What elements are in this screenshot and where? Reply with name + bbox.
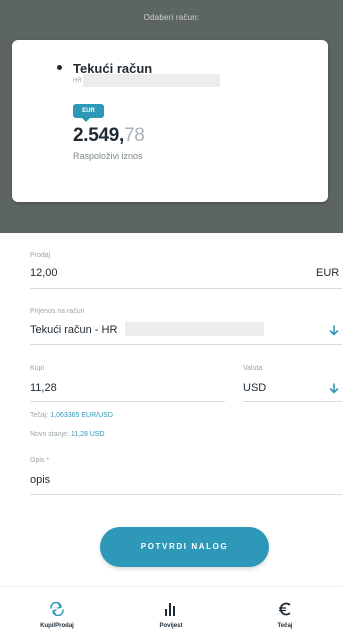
description-label: Opis *: [30, 457, 50, 464]
nav-item-history[interactable]: Povijest: [114, 587, 228, 638]
new-balance-label: Novo stanje:: [30, 431, 69, 438]
header-title: Odaberi račun:: [143, 13, 200, 22]
euro-icon: [279, 602, 291, 616]
amount-decimals: 78: [124, 125, 145, 146]
amount-integer: 2.549,: [73, 125, 125, 146]
nav-label-history: Povijest: [159, 623, 183, 629]
exchange-rate-value: 1,063365 EUR/USD: [50, 412, 113, 419]
nav-label-buy-sell: Kupi/Prodaj: [40, 623, 74, 629]
account-card[interactable]: Tekući račun HR EUR 2.549,78 Raspoloživi…: [12, 40, 328, 202]
currency-underline: [243, 401, 342, 402]
account-bullet: [57, 65, 62, 70]
nav-label-exchange-rate: Tečaj: [277, 623, 293, 629]
available-amount: 2.549,78: [73, 125, 145, 147]
new-balance-value: 11,28 USD: [70, 431, 105, 438]
sell-input[interactable]: 12,00: [30, 267, 58, 279]
exchange-rate-info: Tečaj: 1,063365 EUR/USD: [30, 412, 113, 419]
available-amount-label: Raspoloživi iznos: [73, 151, 143, 161]
exchange-icon: [50, 602, 64, 616]
currency-dropdown-arrow-icon[interactable]: [329, 383, 339, 394]
account-selector-header: Odaberi račun: Tekući račun HR EUR 2.549…: [0, 0, 343, 233]
transfer-iban-masked: [125, 322, 264, 336]
sell-label: Prodaj: [30, 252, 51, 259]
currency-select[interactable]: USD: [243, 382, 266, 394]
transfer-dropdown-arrow-icon[interactable]: [329, 325, 339, 336]
bottom-navigation: Kupi/Prodaj Povijest Tečaj: [0, 586, 343, 638]
nav-item-buy-sell[interactable]: Kupi/Prodaj: [0, 587, 114, 638]
exchange-rate-label: Tečaj:: [30, 412, 49, 419]
description-input[interactable]: opis: [30, 474, 50, 486]
account-iban-masked: [83, 74, 220, 87]
currency-badge: EUR: [73, 104, 104, 122]
confirm-order-button[interactable]: POTVRDI NALOG: [100, 527, 269, 567]
description-underline: [30, 494, 342, 495]
currency-label: Valuta: [243, 365, 263, 372]
buy-label: Kupi: [30, 365, 45, 372]
buy-underline: [30, 401, 225, 402]
nav-item-exchange-rate[interactable]: Tečaj: [228, 587, 342, 638]
buy-input[interactable]: 11,28: [30, 382, 57, 394]
account-iban-prefix: HR: [73, 78, 82, 84]
new-balance-info: Novo stanje: 11,28 USD: [30, 431, 105, 438]
transfer-select[interactable]: Tekući račun - HR: [30, 324, 117, 336]
transfer-underline: [30, 344, 342, 345]
sell-underline: [30, 288, 342, 289]
bar-chart-icon: [165, 603, 175, 616]
sell-currency: EUR: [316, 267, 340, 279]
transfer-label: Prijenos na račun: [30, 308, 85, 315]
